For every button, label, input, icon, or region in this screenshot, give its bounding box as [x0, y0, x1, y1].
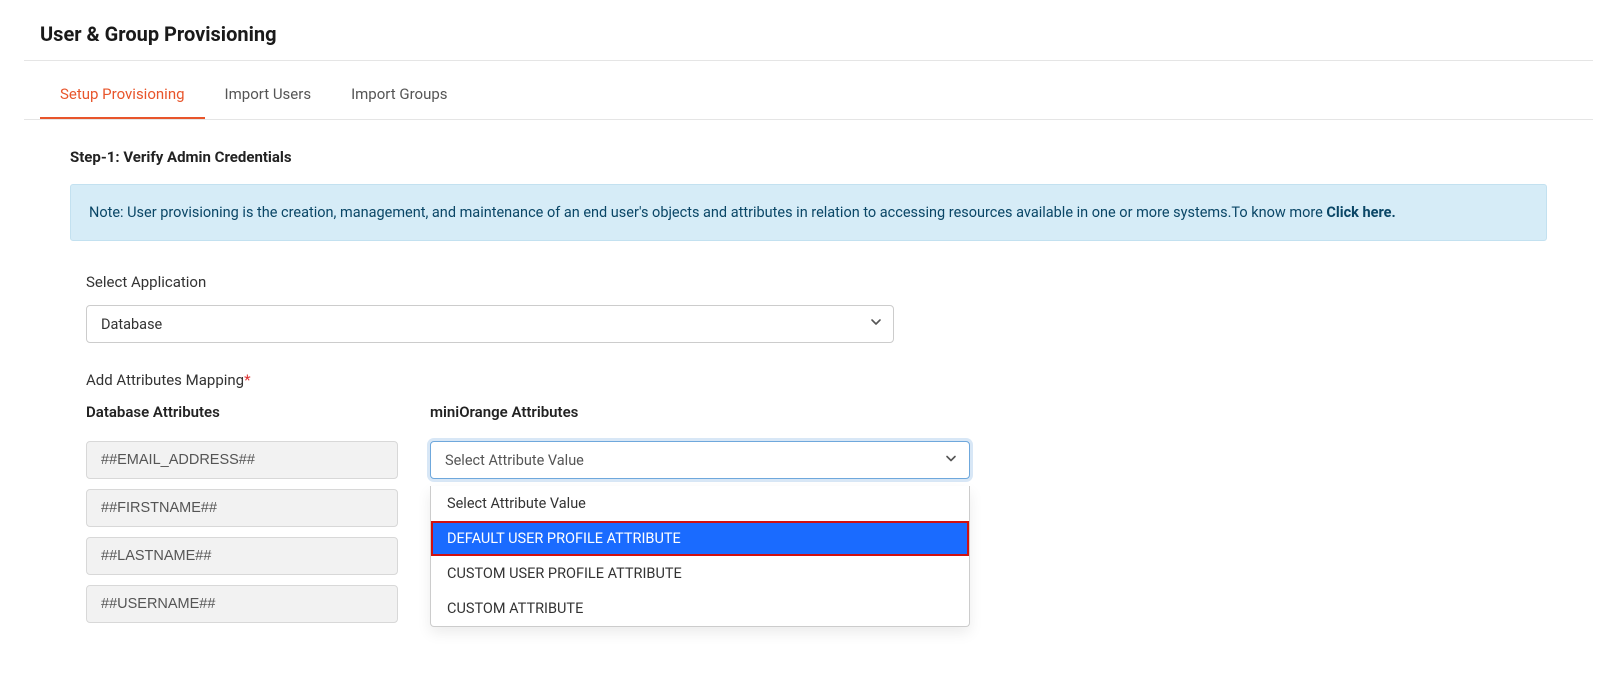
tab-import-users[interactable]: Import Users [205, 69, 332, 119]
attribute-value-placeholder: Select Attribute Value [445, 452, 584, 469]
info-note-link[interactable]: Click here. [1326, 204, 1395, 221]
info-note: Note: User provisioning is the creation,… [70, 184, 1547, 241]
dropdown-option[interactable]: Select Attribute Value [431, 486, 969, 521]
tab-setup-provisioning[interactable]: Setup Provisioning [40, 69, 205, 119]
select-application-value: Database [101, 316, 162, 333]
content-area: Step-1: Verify Admin Credentials Note: U… [24, 120, 1593, 661]
attribute-value-select[interactable]: Select Attribute Value [430, 441, 970, 479]
tabs: Setup Provisioning Import Users Import G… [24, 69, 1593, 120]
info-note-text: Note: User provisioning is the creation,… [89, 204, 1326, 221]
db-attribute-input[interactable] [86, 585, 398, 623]
page-title: User & Group Provisioning [24, 0, 1593, 61]
required-asterisk: * [244, 371, 250, 389]
select-application-label: Select Application [86, 273, 1547, 291]
add-attributes-label-text: Add Attributes Mapping [86, 371, 244, 389]
dropdown-option-default-user-profile[interactable]: DEFAULT USER PROFILE ATTRIBUTE [431, 521, 969, 556]
attributes-mapping-grid: Database Attributes miniOrange Attribute… [86, 403, 1547, 633]
chevron-down-icon [945, 452, 957, 469]
db-attribute-input[interactable] [86, 489, 398, 527]
attribute-value-dropdown: Select Attribute Value DEFAULT USER PROF… [430, 486, 970, 627]
db-attribute-input[interactable] [86, 537, 398, 575]
select-application-dropdown[interactable]: Database [86, 305, 894, 343]
miniorange-attributes-header: miniOrange Attributes [430, 403, 970, 421]
database-attributes-header: Database Attributes [86, 403, 398, 421]
dropdown-option-custom-user-profile[interactable]: CUSTOM USER PROFILE ATTRIBUTE [431, 556, 969, 591]
db-attribute-input[interactable] [86, 441, 398, 479]
add-attributes-label: Add Attributes Mapping* [86, 371, 1547, 389]
tab-import-groups[interactable]: Import Groups [331, 69, 467, 119]
step-heading: Step-1: Verify Admin Credentials [70, 148, 1547, 166]
dropdown-option-custom-attribute[interactable]: CUSTOM ATTRIBUTE [431, 591, 969, 626]
